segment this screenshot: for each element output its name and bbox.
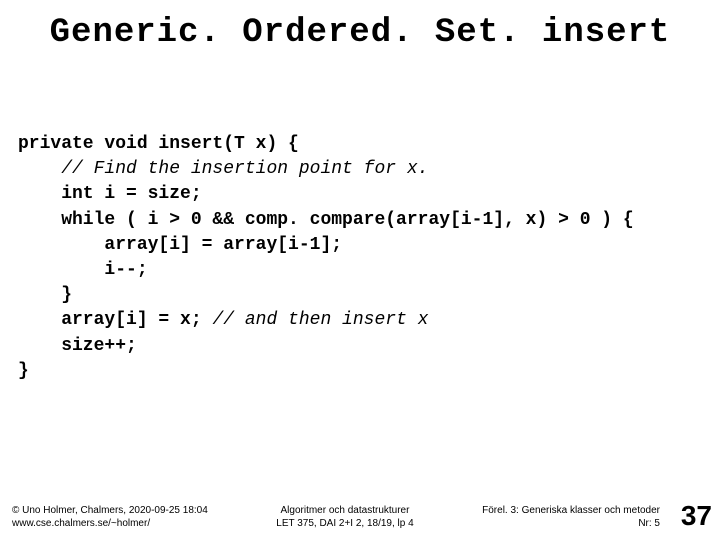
code-line-8a: array[i] = x;	[18, 310, 212, 330]
code-line-6: i--;	[18, 260, 148, 280]
code-block: private void insert(T x) { // Find the i…	[18, 132, 634, 384]
code-comment-2: // and then insert x	[212, 310, 428, 330]
code-line-9: size++;	[18, 336, 137, 356]
page-number: 37	[681, 500, 712, 532]
footer-course-title: Algoritmer och datastrukturer	[208, 505, 482, 518]
code-line-7: }	[18, 285, 72, 305]
footer-nr: Nr: 5	[482, 518, 660, 531]
slide: Generic. Ordered. Set. insert private vo…	[0, 0, 720, 540]
footer: © Uno Holmer, Chalmers, 2020-09-25 18:04…	[0, 505, 720, 530]
footer-center: Algoritmer och datastrukturer LET 375, D…	[208, 505, 482, 530]
code-line-10: }	[18, 361, 29, 381]
footer-url: www.cse.chalmers.se/~holmer/	[12, 518, 208, 531]
code-line-5: array[i] = array[i-1];	[18, 235, 342, 255]
footer-course-code: LET 375, DAI 2+I 2, 18/19, lp 4	[208, 518, 482, 531]
slide-title: Generic. Ordered. Set. insert	[0, 14, 720, 52]
footer-lecture: Förel. 3: Generiska klasser och metoder	[482, 505, 660, 518]
footer-left: © Uno Holmer, Chalmers, 2020-09-25 18:04…	[12, 505, 208, 530]
code-comment-1: // Find the insertion point for x.	[18, 159, 428, 179]
footer-right: Förel. 3: Generiska klasser och metoder …	[482, 505, 708, 530]
code-line-1: private void insert(T x) {	[18, 134, 299, 154]
code-line-3: int i = size;	[18, 184, 202, 204]
footer-author: © Uno Holmer, Chalmers, 2020-09-25 18:04	[12, 505, 208, 518]
code-line-4: while ( i > 0 && comp. compare(array[i-1…	[18, 210, 634, 230]
